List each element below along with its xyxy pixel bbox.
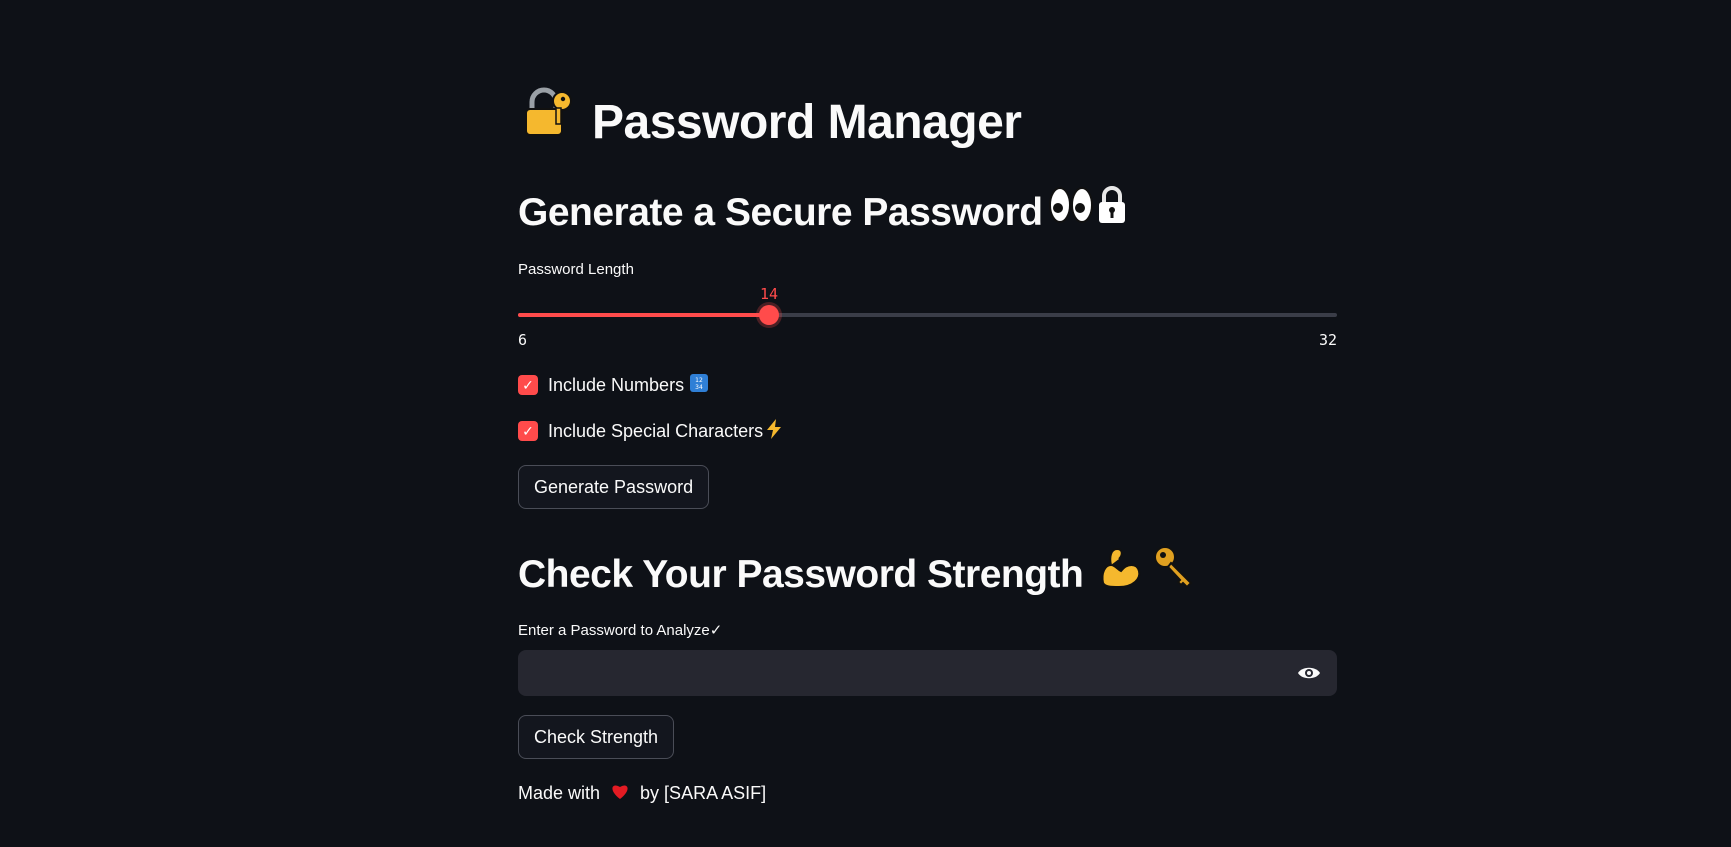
check-strength-button[interactable]: Check Strength (518, 715, 675, 759)
include-numbers-label: Include Numbers (548, 374, 685, 395)
footer-prefix: Made with (518, 783, 601, 803)
footer: Made with by [SARA ASIF] (518, 782, 766, 805)
password-input-label: Enter a Password to Analyze✓ (518, 622, 723, 639)
generator-heading: Generate a Secure Password (518, 185, 1127, 241)
slider-min-label: 6 (518, 331, 528, 349)
eye-icon[interactable] (1281, 650, 1337, 696)
page-title-text: Password Manager (592, 95, 1022, 149)
footer-suffix: by [SARA ASIF] (640, 783, 767, 803)
numbers-keycap-icon: 12 34 (690, 373, 709, 397)
svg-text:34: 34 (695, 384, 703, 391)
lightning-icon (765, 418, 783, 444)
locked-with-key-icon (518, 84, 574, 161)
include-numbers-checkbox[interactable]: ✓ Include Numbers 12 34 (518, 373, 709, 397)
page-title: Password Manager (518, 84, 1022, 161)
checkbox-checked-icon[interactable]: ✓ (518, 375, 538, 395)
password-length-label: Password Length (518, 261, 634, 278)
generate-password-button[interactable]: Generate Password (518, 465, 710, 509)
password-input[interactable] (518, 650, 1281, 696)
heart-icon (610, 782, 630, 805)
flexed-biceps-icon (1097, 545, 1143, 605)
padlock-icon (1097, 185, 1127, 241)
slider-fill (518, 313, 769, 317)
eyes-icon (1048, 185, 1093, 241)
password-input-container (518, 650, 1337, 696)
checkbox-checked-icon[interactable]: ✓ (518, 421, 538, 441)
slider-max-label: 32 (1318, 331, 1337, 349)
key-icon (1151, 545, 1197, 605)
include-special-checkbox[interactable]: ✓ Include Special Characters (518, 418, 783, 444)
slider-thumb[interactable] (759, 305, 779, 325)
include-special-label: Include Special Characters (548, 420, 764, 441)
password-length-slider[interactable] (518, 300, 1337, 330)
checker-heading: Check Your Password Strength (518, 545, 1197, 605)
svg-text:12: 12 (695, 377, 703, 384)
